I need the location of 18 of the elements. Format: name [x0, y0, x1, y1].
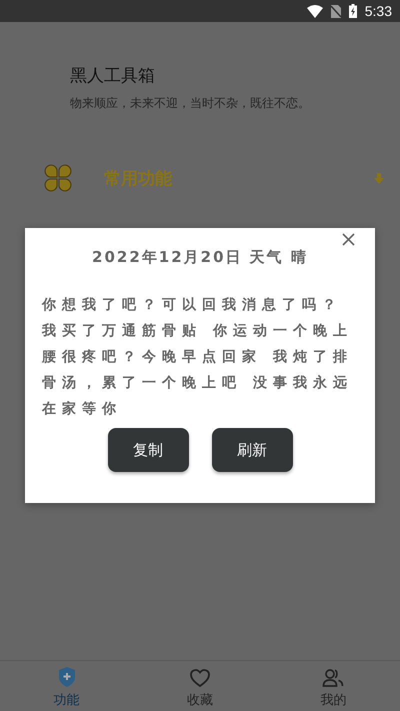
- app-title: 黑人工具箱: [70, 65, 156, 87]
- dialog-message: 你想我了吧？可以回我消息了吗？我买了万通筋骨贴 你运动一个晚上腰很疼吧？今晚早点回家 我炖了排骨汤，累了一个晚上吧 没事我永远在家等你: [42, 296, 354, 419]
- clover-icon: [44, 164, 72, 192]
- app-subtitle: 物来顺应，未来不迎，当时不杂，既往不恋。: [70, 95, 311, 112]
- battery-charging-icon: [348, 4, 357, 18]
- shield-plus-icon: [56, 666, 77, 688]
- wifi-icon: [306, 4, 323, 18]
- heart-icon: [188, 668, 211, 688]
- dialog-title: 2022年12月20日 天气 晴: [91, 248, 309, 267]
- nav-tab[interactable]: 我的: [266, 661, 400, 711]
- no-sim-icon: [330, 4, 341, 18]
- nav-tab[interactable]: 收藏: [133, 661, 267, 711]
- section-title: 常用功能: [104, 168, 173, 190]
- clock-time: 5:33: [364, 3, 392, 19]
- people-icon: [322, 668, 344, 688]
- nav-tab[interactable]: 功能: [0, 661, 134, 711]
- dialog-button[interactable]: 刷新: [212, 428, 292, 472]
- dialog-button[interactable]: 复制: [108, 428, 188, 472]
